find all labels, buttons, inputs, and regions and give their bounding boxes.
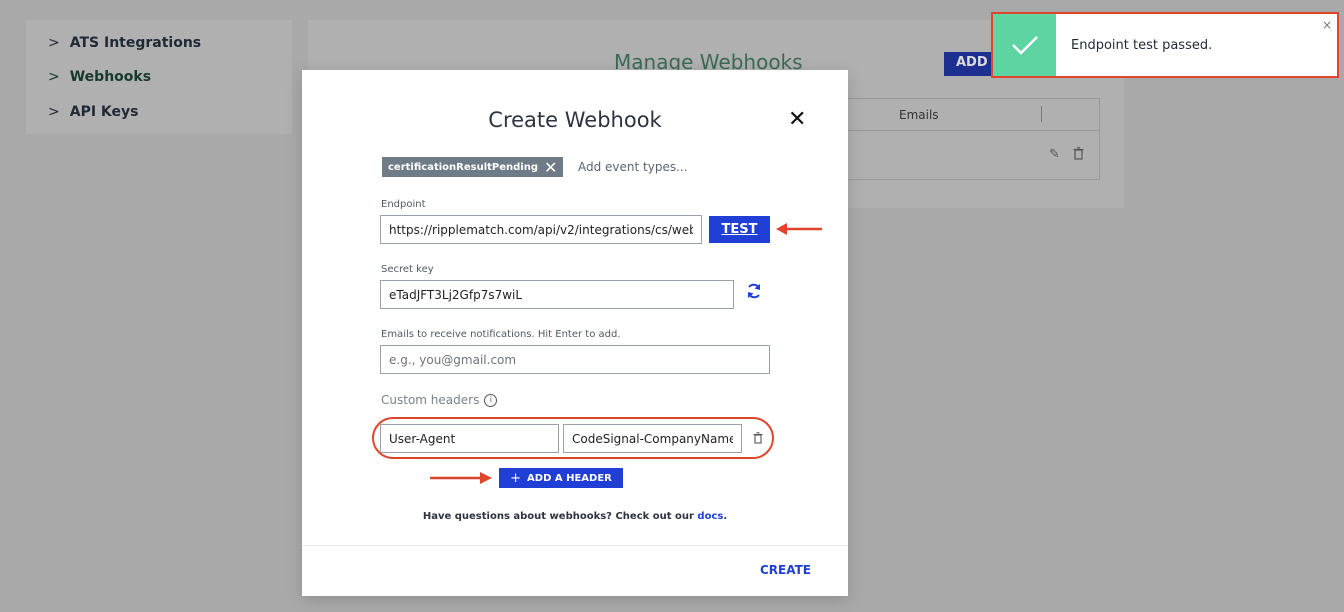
column-header-emails: Emails <box>899 108 939 122</box>
sidebar-item-label: Webhooks <box>69 69 152 85</box>
custom-headers-label: Custom headers i <box>381 393 498 407</box>
custom-headers-text: Custom headers <box>381 393 480 407</box>
event-types-input[interactable] <box>578 157 778 177</box>
refresh-icon[interactable] <box>745 282 763 300</box>
table-header: Emails <box>847 99 1099 131</box>
create-webhook-modal: Create Webhook ✕ certificationResultPend… <box>302 70 848 596</box>
column-divider <box>1041 106 1042 122</box>
modal-divider <box>302 545 848 546</box>
sidebar-item-label: ATS Integrations <box>69 35 202 51</box>
webhooks-table: Emails ✎ <box>846 98 1100 180</box>
chevron-right-icon: > <box>48 104 60 120</box>
event-type-chip-label: certificationResultPending <box>388 161 538 173</box>
endpoint-input[interactable] <box>380 215 702 244</box>
remove-chip-icon[interactable]: ✕ <box>544 158 557 177</box>
secret-key-label: Secret key <box>381 264 434 275</box>
sidebar-item-label: API Keys <box>69 104 139 120</box>
annotation-arrow-test <box>776 223 822 235</box>
settings-sidebar: > ATS Integrations > Webhooks > API Keys <box>26 20 292 134</box>
test-button[interactable]: TEST <box>709 216 770 243</box>
docs-link[interactable]: docs <box>697 511 723 522</box>
success-toast: Endpoint test passed. × <box>991 12 1339 78</box>
endpoint-label: Endpoint <box>381 199 426 210</box>
plus-icon: + <box>510 470 522 486</box>
toast-status <box>993 14 1056 76</box>
toast-message: Endpoint test passed. <box>1071 38 1213 53</box>
event-type-chip: certificationResultPending ✕ <box>382 157 564 177</box>
checkmark-icon <box>1011 36 1038 55</box>
emails-input[interactable] <box>380 345 770 374</box>
chevron-right-icon: > <box>48 69 60 85</box>
close-icon[interactable]: × <box>1322 18 1332 32</box>
help-text: Have questions about webhooks? Check out… <box>302 511 848 522</box>
sidebar-item-ats-integrations[interactable]: > ATS Integrations <box>48 35 201 51</box>
delete-header-icon[interactable] <box>753 432 763 444</box>
header-value-input[interactable] <box>563 424 742 453</box>
info-icon[interactable]: i <box>484 393 498 407</box>
annotation-arrow-add-header <box>430 472 492 484</box>
add-header-label: ADD A HEADER <box>527 472 612 484</box>
add-header-button[interactable]: + ADD A HEADER <box>499 468 623 488</box>
sidebar-item-webhooks[interactable]: > Webhooks <box>48 69 151 85</box>
chevron-right-icon: > <box>48 35 60 51</box>
help-text-prefix: Have questions about webhooks? Check out… <box>422 511 698 522</box>
help-text-suffix: . <box>723 511 728 522</box>
secret-key-input[interactable] <box>380 280 734 309</box>
close-icon[interactable]: ✕ <box>788 108 806 132</box>
create-button[interactable]: CREATE <box>760 563 811 577</box>
sidebar-item-api-keys[interactable]: > API Keys <box>48 104 138 120</box>
emails-label: Emails to receive notifications. Hit Ent… <box>381 329 621 340</box>
delete-icon[interactable] <box>1073 147 1084 164</box>
header-name-input[interactable] <box>380 424 559 453</box>
edit-icon[interactable]: ✎ <box>1049 147 1060 162</box>
modal-title: Create Webhook <box>488 108 662 132</box>
